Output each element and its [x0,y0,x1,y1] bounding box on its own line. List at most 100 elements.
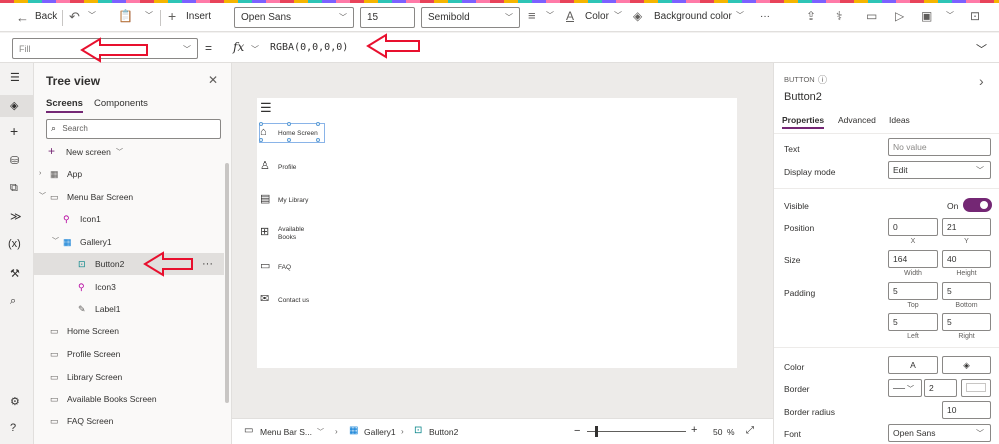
chevron-right-icon[interactable]: › [979,73,984,89]
chevron-down-icon[interactable]: ﹀ [88,12,96,20]
menu-item-profile[interactable]: Profile [278,164,296,171]
display-mode-select[interactable]: Edit ﹀ [888,161,991,179]
data-icon[interactable]: ⛁ [10,154,19,167]
align-icon[interactable]: ≡ [528,9,536,22]
border-color-button[interactable] [961,379,991,397]
zoom-value[interactable]: 50 [713,427,722,437]
variables-icon[interactable]: (x) [8,238,21,250]
media-icon[interactable]: ⧉ [10,182,18,195]
menu-item-contact[interactable]: Contact us [278,297,309,304]
chevron-down-icon[interactable]: ﹀ [614,12,622,20]
tree-item-label1[interactable]: ✎ Label1 [34,298,224,320]
expand-formula-icon[interactable]: ﹀ [976,41,987,57]
chevron-right-icon[interactable]: › [39,163,41,185]
plus-icon[interactable]: + [168,9,176,23]
selection-handle[interactable] [316,138,320,142]
padding-right-input[interactable]: 5 [942,313,991,331]
font-weight-select[interactable]: Semibold ﹀ [421,7,520,28]
position-y-input[interactable]: 21 [942,218,991,236]
breadcrumb-gallery[interactable]: Gallery1 [364,427,396,437]
tree-item-library-screen[interactable]: ▭ Library Screen [34,366,224,388]
screen-canvas[interactable]: ☰ ⌂ Home Screen ♙ Profile ▤ My Library ⊞… [257,98,737,368]
zoom-out-icon[interactable]: − [574,425,580,437]
border-radius-input[interactable]: 10 [942,401,991,419]
height-input[interactable]: 40 [942,250,991,268]
play-icon[interactable]: ▷ [895,10,904,22]
chevron-down-icon[interactable]: ﹀ [251,44,259,55]
border-style-select[interactable]: ── ﹀ [888,379,922,397]
close-icon[interactable]: ✕ [208,73,218,87]
padding-left-input[interactable]: 5 [888,313,938,331]
font-select[interactable]: Open Sans ﹀ [888,424,991,442]
font-size-input[interactable]: 15 [360,7,415,28]
zoom-slider-track[interactable] [587,431,686,432]
color-button[interactable]: Color [585,11,609,22]
tab-properties[interactable]: Properties [782,115,825,129]
hamburger-icon[interactable]: ☰ [260,100,272,116]
padding-top-input[interactable]: 5 [888,282,938,300]
formula-input[interactable]: RGBA(0,0,0,0) [270,42,348,53]
plus-icon[interactable]: + [48,144,55,158]
power-automate-icon[interactable]: ≫ [10,210,22,223]
insert-button[interactable]: Insert [186,11,211,22]
tree-search-input[interactable]: ⌕ Search [46,119,221,139]
back-button[interactable]: Back [35,11,57,22]
selection-handle[interactable] [316,122,320,126]
menu-item-available-books[interactable]: Available Books [278,226,314,242]
chevron-down-icon[interactable]: ﹀ [39,186,46,208]
search-icon[interactable]: ⌕ [10,295,16,308]
control-name[interactable]: Button2 [784,91,822,103]
fx-button[interactable]: fx [233,40,244,54]
tree-item-profile-screen[interactable]: ▭ Profile Screen [34,343,224,365]
layers-icon[interactable]: ◈ [10,99,18,112]
chevron-down-icon[interactable]: ﹀ [736,12,744,20]
tab-ideas[interactable]: Ideas [889,115,910,125]
breadcrumb-button[interactable]: Button2 [429,427,458,437]
paste-icon[interactable]: 📋 [118,10,133,22]
menu-item-faq[interactable]: FAQ [278,264,291,271]
zoom-slider-thumb[interactable] [595,426,598,437]
fill-color-button[interactable]: ◈ [942,356,991,374]
chevron-down-icon[interactable]: ﹀ [546,12,554,20]
position-x-input[interactable]: 0 [888,218,938,236]
back-arrow-icon[interactable]: ← [16,11,29,24]
tree-item-menu-bar-screen[interactable]: ﹀ ▭ Menu Bar Screen [34,186,224,208]
hamburger-icon[interactable]: ☰ [10,71,20,84]
tools-icon[interactable]: ⚒ [10,267,20,280]
chevron-down-icon[interactable]: ﹀ [52,231,59,253]
insert-icon[interactable]: + [10,123,18,139]
tree-item-icon1[interactable]: ⚲ Icon1 [34,208,224,230]
selection-handle[interactable] [259,138,263,142]
tab-screens[interactable]: Screens [46,98,83,113]
tree-item-faq-screen[interactable]: ▭ FAQ Screen [34,410,224,432]
stethoscope-icon[interactable]: ⚕ [836,10,843,22]
tree-scrollbar[interactable] [225,163,229,403]
font-select[interactable]: Open Sans ﹀ [234,7,354,28]
tab-advanced[interactable]: Advanced [838,115,876,125]
tree-item-available-books-screen[interactable]: ▭ Available Books Screen [34,388,224,410]
chevron-down-icon[interactable]: ﹀ [946,12,954,20]
tree-item-app[interactable]: › ▦ App [34,163,224,185]
font-color-button[interactable]: A [888,356,938,374]
help-icon[interactable]: ? [10,422,16,434]
tree-item-icon3[interactable]: ⚲ Icon3 [34,276,224,298]
chevron-down-icon[interactable]: ﹀ [116,147,123,157]
width-input[interactable]: 164 [888,250,938,268]
border-width-input[interactable]: 2 [924,379,957,397]
share-icon[interactable]: ⇪ [806,10,816,22]
comment-icon[interactable]: ▭ [866,10,877,22]
undo-icon[interactable]: ↶ [69,10,80,23]
save-icon[interactable]: ▣ [921,10,932,22]
padding-bottom-input[interactable]: 5 [942,282,991,300]
publish-icon[interactable]: ⊡ [970,10,980,22]
fit-to-screen-icon[interactable]: ⤢ [746,425,754,436]
menu-item-library[interactable]: My Library [278,197,308,204]
more-button[interactable]: ··· [760,11,770,22]
selection-handle[interactable] [287,138,291,142]
breadcrumb-screen[interactable]: Menu Bar S... [260,427,312,437]
help-icon[interactable]: ⓘ [818,73,827,86]
menu-item-home[interactable]: Home Screen [278,130,318,137]
tree-item-home-screen[interactable]: ▭ Home Screen [34,320,224,342]
selection-handle[interactable] [287,122,291,126]
text-input[interactable]: No value [888,138,991,156]
